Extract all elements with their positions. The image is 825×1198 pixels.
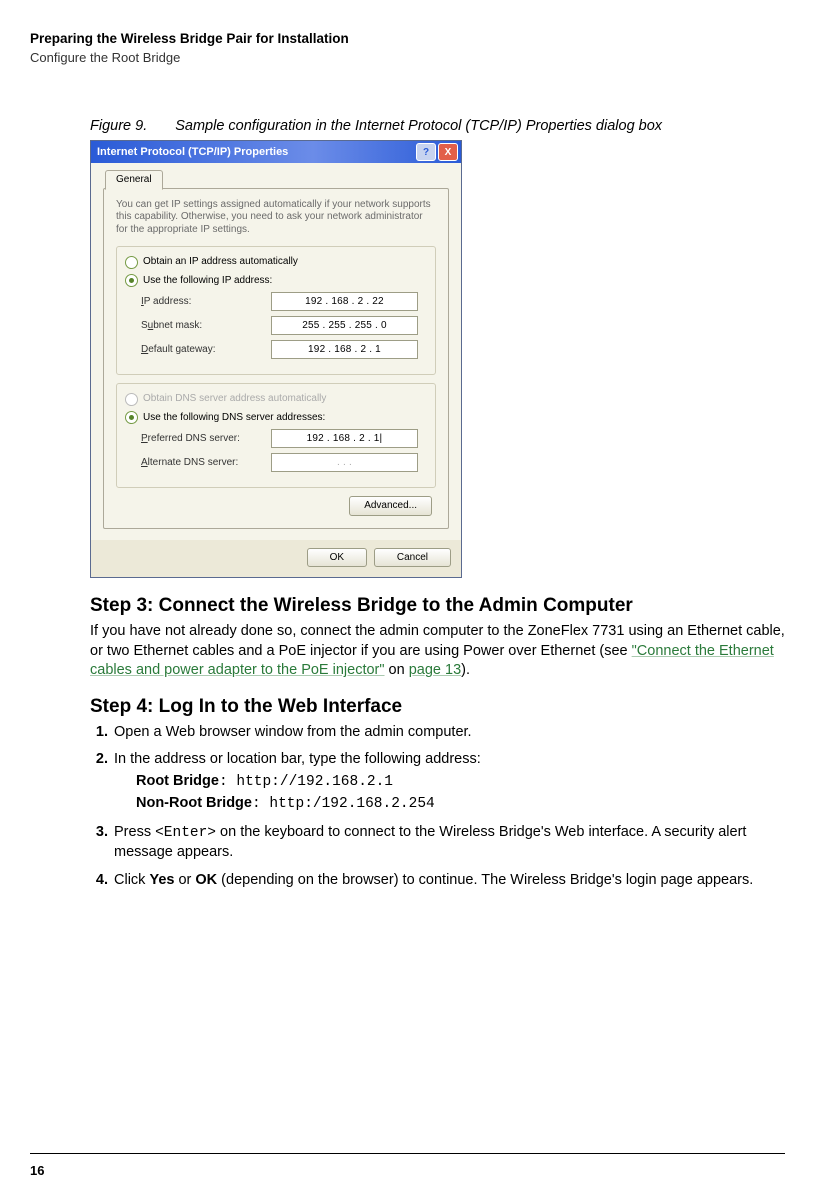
radio-label: Obtain an IP address automatically: [143, 255, 298, 269]
text: or: [174, 872, 195, 888]
dns-group: Obtain DNS server address automatically …: [116, 383, 436, 488]
help-button[interactable]: ?: [416, 143, 436, 161]
tab-general[interactable]: General: [105, 170, 163, 190]
enter-key: <Enter>: [155, 825, 216, 841]
step4-list: Open a Web browser window from the admin…: [90, 723, 785, 891]
list-item: In the address or location bar, type the…: [112, 750, 785, 815]
label-ip-address: IIP address:P address:: [141, 295, 271, 309]
figure-caption: Figure 9. Sample configuration in the Int…: [90, 117, 785, 137]
radio-icon-selected: [125, 411, 138, 424]
list-item: Press <Enter> on the keyboard to connect…: [112, 823, 785, 863]
colon: :: [219, 774, 236, 790]
ok-text: OK: [195, 872, 217, 888]
radio-icon: [125, 256, 138, 269]
figure-label: Figure 9.: [90, 118, 147, 134]
ok-button[interactable]: OK: [307, 548, 367, 568]
radio-use-ip[interactable]: Use the following IP address:: [125, 274, 427, 288]
root-bridge-label: Root Bridge: [136, 773, 219, 789]
step3-paragraph: If you have not already done so, connect…: [90, 622, 785, 681]
text: on: [385, 662, 409, 678]
nonroot-bridge-line: Non-Root Bridge: http:/192.168.2.254: [136, 794, 785, 815]
list-item: Click Yes or OK (depending on the browse…: [112, 871, 785, 891]
text: Open a Web browser window from the admin…: [114, 724, 472, 740]
label-subnet-mask: Subnet mask:: [141, 319, 271, 333]
ip-address-group: Obtain an IP address automatically Use t…: [116, 246, 436, 375]
text: Click: [114, 872, 149, 888]
tab-content: You can get IP settings assigned automat…: [103, 188, 449, 529]
dialog-title: Internet Protocol (TCP/IP) Properties: [97, 145, 288, 160]
radio-label: Use the following IP address:: [143, 274, 272, 288]
step3-heading: Step 3: Connect the Wireless Bridge to t…: [90, 594, 785, 618]
tcpip-properties-dialog: Internet Protocol (TCP/IP) Properties ? …: [90, 140, 462, 578]
advanced-button[interactable]: Advanced...: [349, 496, 432, 516]
input-ip-address[interactable]: 192 . 168 . 2 . 22: [271, 292, 418, 311]
step4-heading: Step 4: Log In to the Web Interface: [90, 695, 785, 719]
input-subnet-mask[interactable]: 255 . 255 . 255 . 0: [271, 316, 418, 335]
dialog-titlebar: Internet Protocol (TCP/IP) Properties ? …: [91, 141, 461, 163]
root-bridge-line: Root Bridge: http://192.168.2.1: [136, 772, 785, 793]
nonroot-bridge-url: http:/192.168.2.254: [269, 796, 434, 812]
running-header-title: Preparing the Wireless Bridge Pair for I…: [30, 30, 785, 48]
link-page-ref[interactable]: page 13: [409, 662, 461, 678]
figure-caption-text: Sample configuration in the Internet Pro…: [175, 118, 662, 134]
close-button[interactable]: X: [438, 143, 458, 161]
nonroot-bridge-label: Non-Root Bridge: [136, 795, 252, 811]
yes-text: Yes: [149, 872, 174, 888]
label-default-gateway: Default gateway:: [141, 343, 271, 357]
list-item: Open a Web browser window from the admin…: [112, 723, 785, 743]
footer-rule: [30, 1153, 785, 1154]
root-bridge-url: http://192.168.2.1: [236, 774, 393, 790]
radio-obtain-dns: Obtain DNS server address automatically: [125, 392, 427, 406]
label-alternate-dns: Alternate DNS server:: [141, 456, 271, 470]
text: In the address or location bar, type the…: [114, 751, 481, 767]
radio-use-dns[interactable]: Use the following DNS server addresses:: [125, 411, 427, 425]
radio-obtain-ip[interactable]: Obtain an IP address automatically: [125, 255, 427, 269]
radio-label: Use the following DNS server addresses:: [143, 411, 325, 425]
input-preferred-dns[interactable]: 192 . 168 . 2 . 1|: [271, 429, 418, 448]
dialog-body: General You can get IP settings assigned…: [91, 163, 461, 540]
radio-label-disabled: Obtain DNS server address automatically: [143, 392, 326, 406]
input-alternate-dns[interactable]: . . .: [271, 453, 418, 472]
dialog-description: You can get IP settings assigned automat…: [116, 199, 436, 237]
radio-icon-disabled: [125, 393, 138, 406]
running-header-subtitle: Configure the Root Bridge: [30, 49, 785, 67]
dialog-footer: OK Cancel: [91, 540, 461, 578]
text: Press: [114, 824, 155, 840]
input-default-gateway[interactable]: 192 . 168 . 2 . 1: [271, 340, 418, 359]
page-number: 16: [30, 1162, 44, 1180]
colon: :: [252, 796, 269, 812]
radio-icon-selected: [125, 274, 138, 287]
cancel-button[interactable]: Cancel: [374, 548, 451, 568]
main-content: Figure 9. Sample configuration in the Int…: [90, 117, 785, 891]
label-preferred-dns: Preferred DNS server:: [141, 432, 271, 446]
text: ).: [461, 662, 470, 678]
text: (depending on the browser) to continue. …: [217, 872, 753, 888]
